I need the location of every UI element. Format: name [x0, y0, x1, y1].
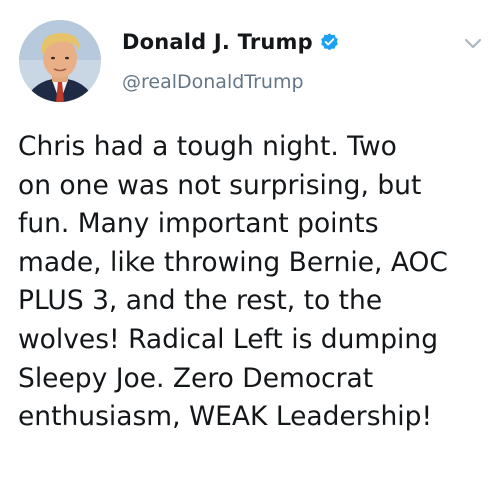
- tweet-text-line: PLUS 3, and the rest, to the: [18, 285, 383, 317]
- author-name-row[interactable]: Donald J. Trump: [122, 30, 340, 54]
- tweet-text-line: wolves! Radical Left is dumping: [18, 323, 439, 355]
- avatar-image: [19, 20, 101, 102]
- author-handle[interactable]: @realDonaldTrump: [122, 71, 304, 93]
- tweet-card: Donald J. Trump @realDonaldTrump Chris h…: [0, 0, 500, 493]
- tweet-text: Chris had a tough night. Two on one was …: [18, 128, 490, 437]
- avatar[interactable]: [19, 20, 101, 102]
- author-display-name[interactable]: Donald J. Trump: [122, 30, 313, 54]
- verified-badge-icon: [319, 32, 340, 53]
- tweet-text-line: fun. Many important points: [18, 208, 379, 240]
- tweet-text-line: Sleepy Joe. Zero Democrat: [18, 362, 374, 394]
- chevron-down-icon[interactable]: [463, 36, 483, 50]
- tweet-text-line: on one was not surprising, but: [18, 169, 422, 201]
- tweet-text-line: made, like throwing Bernie, AOC: [18, 246, 448, 278]
- tweet-text-line: enthusiasm, WEAK Leadership!: [18, 401, 433, 433]
- tweet-text-line: Chris had a tough night. Two: [18, 131, 397, 162]
